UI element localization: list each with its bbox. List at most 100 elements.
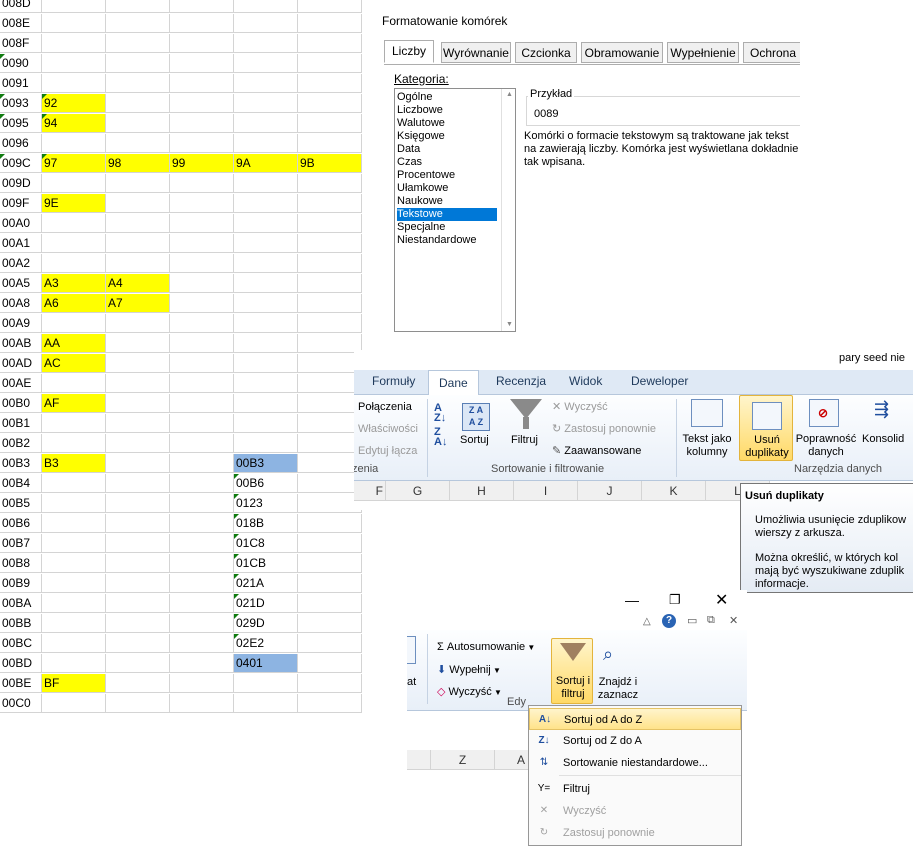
grid-cell[interactable]	[106, 494, 170, 513]
grid-cell[interactable]: 021D	[234, 594, 298, 613]
grid-cell[interactable]	[298, 374, 362, 393]
grid-cell[interactable]	[42, 514, 106, 533]
grid-cell[interactable]	[170, 114, 234, 133]
row-key-cell[interactable]: 008D	[0, 0, 42, 13]
grid-cell[interactable]	[298, 74, 362, 93]
grid-cell[interactable]: BF	[42, 674, 106, 693]
grid-cell[interactable]	[170, 454, 234, 473]
grid-cell[interactable]: 0123	[234, 494, 298, 513]
column-header[interactable]: F	[354, 481, 386, 501]
category-item[interactable]: Data	[397, 143, 497, 156]
filter-icon[interactable]	[510, 399, 542, 419]
grid-cell[interactable]	[106, 0, 170, 13]
grid-cell[interactable]	[106, 574, 170, 593]
row-key-cell[interactable]: 0095	[0, 114, 42, 133]
grid-cell[interactable]	[42, 254, 106, 273]
row-key-cell[interactable]: 009D	[0, 174, 42, 193]
grid-cell[interactable]	[42, 214, 106, 233]
grid-cell[interactable]	[42, 134, 106, 153]
row-key-cell[interactable]: 00BC	[0, 634, 42, 653]
row-key-cell[interactable]: 009F	[0, 194, 42, 213]
grid-cell[interactable]	[298, 0, 362, 13]
category-item[interactable]: Czas	[397, 156, 497, 169]
grid-cell[interactable]	[298, 514, 362, 533]
text-to-columns-button[interactable]: Tekst jako kolumny	[680, 433, 734, 459]
collapse-ribbon-icon[interactable]: △	[643, 616, 651, 627]
grid-cell[interactable]	[170, 374, 234, 393]
row-key-cell[interactable]: 00A2	[0, 254, 42, 273]
grid-cell[interactable]	[42, 414, 106, 433]
grid-cell[interactable]	[234, 334, 298, 353]
grid-cell[interactable]	[298, 354, 362, 373]
grid-cell[interactable]	[298, 254, 362, 273]
grid-cell[interactable]	[42, 54, 106, 73]
grid-cell[interactable]	[106, 434, 170, 453]
grid-cell[interactable]	[298, 234, 362, 253]
column-header[interactable]: J	[578, 481, 642, 501]
row-key-cell[interactable]: 00B4	[0, 474, 42, 493]
grid-cell[interactable]	[298, 294, 362, 313]
grid-cell[interactable]: B3	[42, 454, 106, 473]
sort-az-icon[interactable]: A Z↓	[434, 403, 454, 424]
grid-cell[interactable]	[298, 174, 362, 193]
grid-cell[interactable]	[234, 434, 298, 453]
category-item[interactable]: Księgowe	[397, 130, 497, 143]
grid-cell[interactable]	[170, 234, 234, 253]
format-icon[interactable]	[407, 636, 416, 664]
grid-cell[interactable]: A3	[42, 274, 106, 293]
category-item[interactable]: Procentowe	[397, 169, 497, 182]
grid-cell[interactable]	[234, 274, 298, 293]
grid-cell[interactable]	[42, 574, 106, 593]
grid-cell[interactable]	[42, 374, 106, 393]
category-scrollbar[interactable]: ▲ ▼	[501, 89, 516, 331]
grid-cell[interactable]	[170, 634, 234, 653]
row-key-cell[interactable]: 00B3	[0, 454, 42, 473]
row-key-cell[interactable]: 00B8	[0, 554, 42, 573]
grid-cell[interactable]	[234, 374, 298, 393]
sort-filter-button[interactable]: Sortuj i filtruj	[551, 638, 593, 704]
tab-obramowanie[interactable]: Obramowanie	[581, 42, 663, 63]
clear-filter-button[interactable]: ✕ Wyczyść	[552, 400, 608, 413]
binoculars-icon[interactable]: ⌕	[603, 644, 631, 666]
grid-cell[interactable]: 018B	[234, 514, 298, 533]
grid-cell[interactable]	[170, 674, 234, 693]
tab-dane[interactable]: Dane	[428, 370, 479, 395]
grid-cell[interactable]	[106, 374, 170, 393]
column-header[interactable]: Z	[431, 750, 495, 770]
grid-cell[interactable]: AF	[42, 394, 106, 413]
grid-cell[interactable]	[298, 214, 362, 233]
grid-cell[interactable]	[42, 474, 106, 493]
grid-cell[interactable]	[298, 134, 362, 153]
grid-cell[interactable]	[42, 74, 106, 93]
edit-links-button[interactable]: Edytuj łącza	[358, 445, 417, 457]
grid-cell[interactable]	[106, 254, 170, 273]
grid-cell[interactable]	[234, 294, 298, 313]
consolidate-icon[interactable]: ⇶	[874, 399, 904, 425]
grid-cell[interactable]	[106, 194, 170, 213]
restore-window-icon[interactable]: ⧉	[707, 614, 715, 627]
grid-cell[interactable]	[42, 614, 106, 633]
grid-cell[interactable]	[170, 314, 234, 333]
scroll-down-icon[interactable]: ▼	[506, 321, 513, 328]
row-key-cell[interactable]: 00A9	[0, 314, 42, 333]
grid-cell[interactable]	[170, 34, 234, 53]
grid-cell[interactable]	[106, 34, 170, 53]
category-item[interactable]: Niestandardowe	[397, 234, 497, 247]
grid-cell[interactable]	[170, 334, 234, 353]
sort-za-icon[interactable]: Z A↓	[434, 427, 454, 448]
row-key-cell[interactable]: 00BE	[0, 674, 42, 693]
row-key-cell[interactable]: 008E	[0, 14, 42, 33]
grid-cell[interactable]	[234, 0, 298, 13]
grid-cell[interactable]	[298, 454, 362, 473]
clear-button[interactable]: ◇ Wyczyść ▼	[437, 685, 502, 698]
grid-cell[interactable]	[42, 14, 106, 33]
row-key-cell[interactable]: 00AE	[0, 374, 42, 393]
grid-cell[interactable]	[234, 34, 298, 53]
tab-ochrona[interactable]: Ochrona	[743, 42, 800, 63]
grid-cell[interactable]	[298, 434, 362, 453]
grid-cell[interactable]	[234, 254, 298, 273]
grid-cell[interactable]	[234, 114, 298, 133]
grid-cell[interactable]	[106, 354, 170, 373]
spreadsheet-grid[interactable]: 008D 008E 008F 0090 0091 0093 92 0095 94 0096 009C…	[0, 0, 372, 724]
grid-cell[interactable]	[106, 554, 170, 573]
